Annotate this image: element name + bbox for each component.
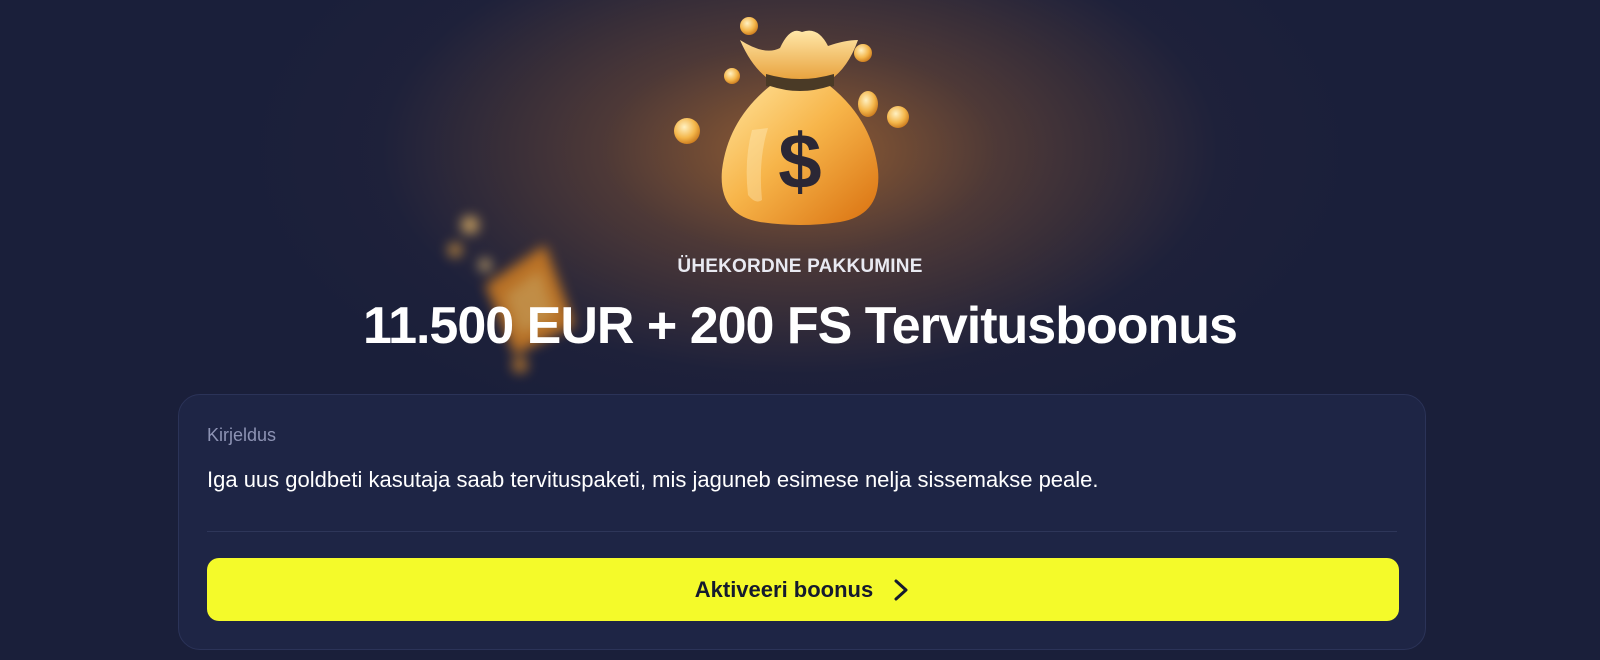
coin-icon: [854, 44, 872, 62]
activate-bonus-button[interactable]: Aktiveeri boonus: [207, 558, 1399, 621]
coin-icon: [724, 68, 740, 84]
bonus-page: $ ÜHEKORDNE PAKKUMINE 11.500 EUR + 200 F…: [0, 0, 1600, 660]
divider: [207, 531, 1397, 532]
activate-bonus-label: Aktiveeri boonus: [694, 576, 874, 602]
offer-title: 11.500 EUR + 200 FS Tervitusboonus: [363, 297, 1238, 355]
details-label: Kirjeldus: [207, 425, 277, 445]
offer-eyebrow: ÜHEKORDNE PAKKUMINE: [677, 256, 923, 277]
dollar-symbol: $: [778, 117, 821, 205]
details-description: Iga uus goldbeti kasutaja saab tervitusp…: [207, 467, 1099, 492]
offer-details-card: Kirjeldus Iga uus goldbeti kasutaja saab…: [178, 394, 1426, 650]
coin-icon: [740, 17, 758, 35]
chevron-right-icon: [894, 579, 908, 600]
coin-icon: [858, 91, 878, 117]
coin-icon: [674, 118, 700, 144]
money-bag-icon: $: [674, 17, 909, 225]
coin-icon: [887, 106, 909, 128]
